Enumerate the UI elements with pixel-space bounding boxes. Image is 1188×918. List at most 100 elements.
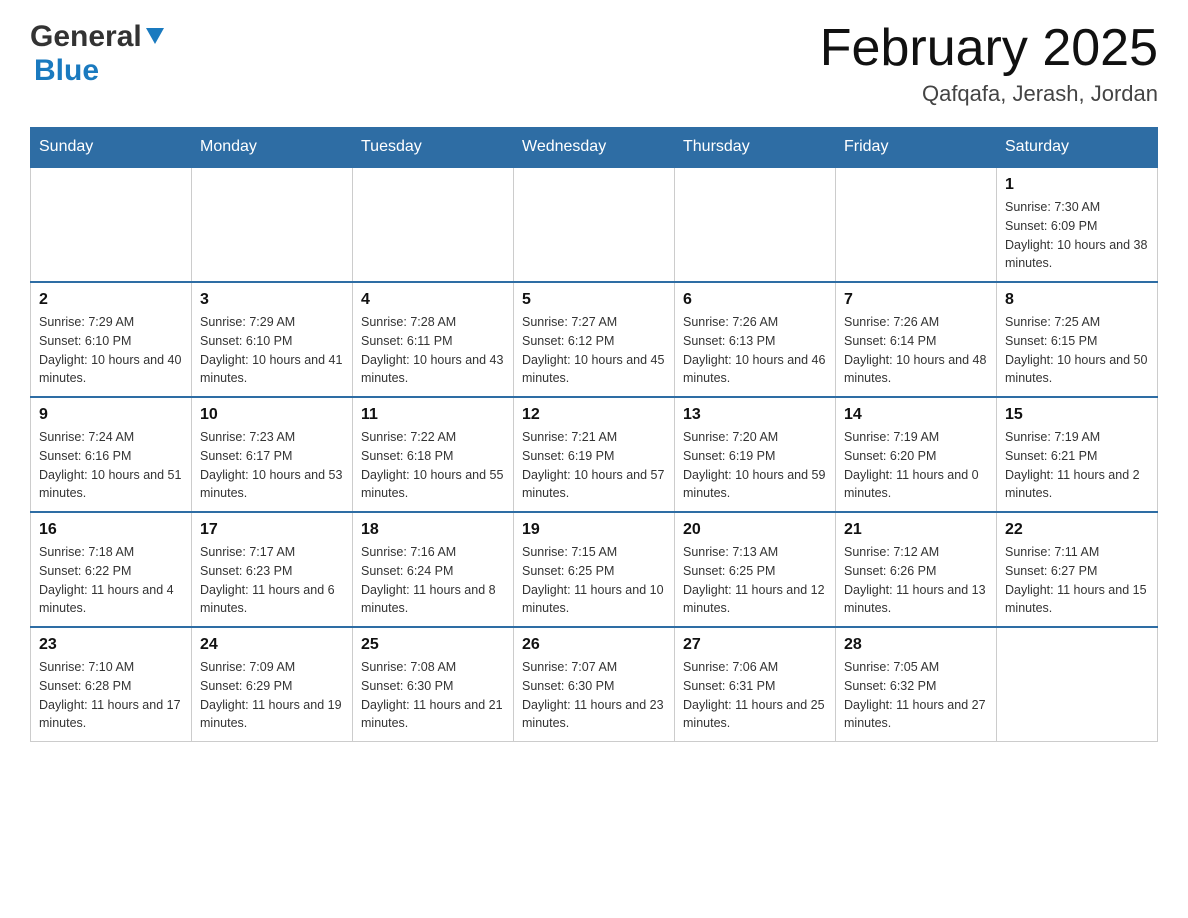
day-info: Sunrise: 7:17 AM Sunset: 6:23 PM Dayligh… bbox=[200, 543, 344, 618]
calendar-cell: 3 Sunrise: 7:29 AM Sunset: 6:10 PM Daylig… bbox=[192, 282, 353, 397]
day-info: Sunrise: 7:22 AM Sunset: 6:18 PM Dayligh… bbox=[361, 428, 505, 503]
location-subtitle: Qafqafa, Jerash, Jordan bbox=[820, 81, 1158, 107]
col-friday: Friday bbox=[836, 128, 997, 168]
day-number: 27 bbox=[683, 636, 827, 654]
calendar-week-row: 1 Sunrise: 7:30 AM Sunset: 6:09 PM Daylig… bbox=[31, 167, 1158, 282]
calendar-cell: 17 Sunrise: 7:17 AM Sunset: 6:23 PM Dayli… bbox=[192, 512, 353, 627]
col-wednesday: Wednesday bbox=[514, 128, 675, 168]
calendar-cell: 25 Sunrise: 7:08 AM Sunset: 6:30 PM Dayli… bbox=[353, 627, 514, 742]
day-number: 2 bbox=[39, 291, 183, 309]
calendar-cell: 26Sunrise: 7:07 AM Sunset: 6:30 PM Dayli… bbox=[514, 627, 675, 742]
calendar-cell: 19 Sunrise: 7:15 AM Sunset: 6:25 PM Dayli… bbox=[514, 512, 675, 627]
day-info: Sunrise: 7:11 AM Sunset: 6:27 PM Dayligh… bbox=[1005, 543, 1149, 618]
day-number: 26 bbox=[522, 636, 666, 654]
calendar-cell: 16 Sunrise: 7:18 AM Sunset: 6:22 PM Dayli… bbox=[31, 512, 192, 627]
calendar-header-row: Sunday Monday Tuesday Wednesday Thursday… bbox=[31, 128, 1158, 168]
calendar-cell: 5Sunrise: 7:27 AM Sunset: 6:12 PM Daylig… bbox=[514, 282, 675, 397]
day-number: 14 bbox=[844, 406, 988, 424]
calendar-cell: 22 Sunrise: 7:11 AM Sunset: 6:27 PM Dayli… bbox=[997, 512, 1158, 627]
day-number: 3 bbox=[200, 291, 344, 309]
logo-triangle-icon bbox=[144, 24, 166, 46]
calendar-cell bbox=[353, 167, 514, 282]
calendar-table: Sunday Monday Tuesday Wednesday Thursday… bbox=[30, 127, 1158, 742]
day-number: 10 bbox=[200, 406, 344, 424]
calendar-cell: 13 Sunrise: 7:20 AM Sunset: 6:19 PM Dayli… bbox=[675, 397, 836, 512]
col-saturday: Saturday bbox=[997, 128, 1158, 168]
day-info: Sunrise: 7:19 AM Sunset: 6:21 PM Dayligh… bbox=[1005, 428, 1149, 503]
day-number: 23 bbox=[39, 636, 183, 654]
month-title: February 2025 bbox=[820, 20, 1158, 77]
day-info: Sunrise: 7:26 AM Sunset: 6:13 PM Dayligh… bbox=[683, 313, 827, 388]
calendar-cell bbox=[31, 167, 192, 282]
day-number: 1 bbox=[1005, 176, 1149, 194]
day-info: Sunrise: 7:15 AM Sunset: 6:25 PM Dayligh… bbox=[522, 543, 666, 618]
day-number: 12 bbox=[522, 406, 666, 424]
day-number: 24 bbox=[200, 636, 344, 654]
day-info: Sunrise: 7:28 AM Sunset: 6:11 PM Dayligh… bbox=[361, 313, 505, 388]
calendar-week-row: 23 Sunrise: 7:10 AM Sunset: 6:28 PM Dayli… bbox=[31, 627, 1158, 742]
day-number: 20 bbox=[683, 521, 827, 539]
day-info: Sunrise: 7:29 AM Sunset: 6:10 PM Dayligh… bbox=[200, 313, 344, 388]
calendar-cell: 18 Sunrise: 7:16 AM Sunset: 6:24 PM Dayli… bbox=[353, 512, 514, 627]
calendar-cell: 11 Sunrise: 7:22 AM Sunset: 6:18 PM Dayli… bbox=[353, 397, 514, 512]
calendar-cell: 20 Sunrise: 7:13 AM Sunset: 6:25 PM Dayli… bbox=[675, 512, 836, 627]
day-number: 22 bbox=[1005, 521, 1149, 539]
day-info: Sunrise: 7:19 AM Sunset: 6:20 PM Dayligh… bbox=[844, 428, 988, 503]
calendar-cell bbox=[192, 167, 353, 282]
day-number: 6 bbox=[683, 291, 827, 309]
day-info: Sunrise: 7:29 AM Sunset: 6:10 PM Dayligh… bbox=[39, 313, 183, 388]
day-info: Sunrise: 7:13 AM Sunset: 6:25 PM Dayligh… bbox=[683, 543, 827, 618]
col-sunday: Sunday bbox=[31, 128, 192, 168]
calendar-cell: 27 Sunrise: 7:06 AM Sunset: 6:31 PM Dayli… bbox=[675, 627, 836, 742]
calendar-cell bbox=[836, 167, 997, 282]
day-number: 8 bbox=[1005, 291, 1149, 309]
calendar-cell: 7Sunrise: 7:26 AM Sunset: 6:14 PM Daylig… bbox=[836, 282, 997, 397]
day-number: 28 bbox=[844, 636, 988, 654]
page-header: General Blue February 2025 Qafqafa, Jera… bbox=[30, 20, 1158, 107]
day-info: Sunrise: 7:30 AM Sunset: 6:09 PM Dayligh… bbox=[1005, 198, 1149, 273]
day-number: 17 bbox=[200, 521, 344, 539]
calendar-cell: 8 Sunrise: 7:25 AM Sunset: 6:15 PM Daylig… bbox=[997, 282, 1158, 397]
calendar-cell: 21Sunrise: 7:12 AM Sunset: 6:26 PM Dayli… bbox=[836, 512, 997, 627]
calendar-week-row: 2 Sunrise: 7:29 AM Sunset: 6:10 PM Daylig… bbox=[31, 282, 1158, 397]
calendar-cell: 14 Sunrise: 7:19 AM Sunset: 6:20 PM Dayli… bbox=[836, 397, 997, 512]
day-number: 4 bbox=[361, 291, 505, 309]
day-info: Sunrise: 7:18 AM Sunset: 6:22 PM Dayligh… bbox=[39, 543, 183, 618]
day-info: Sunrise: 7:10 AM Sunset: 6:28 PM Dayligh… bbox=[39, 658, 183, 733]
calendar-cell: 10 Sunrise: 7:23 AM Sunset: 6:17 PM Dayli… bbox=[192, 397, 353, 512]
day-info: Sunrise: 7:24 AM Sunset: 6:16 PM Dayligh… bbox=[39, 428, 183, 503]
calendar-week-row: 16 Sunrise: 7:18 AM Sunset: 6:22 PM Dayli… bbox=[31, 512, 1158, 627]
day-number: 9 bbox=[39, 406, 183, 424]
day-info: Sunrise: 7:25 AM Sunset: 6:15 PM Dayligh… bbox=[1005, 313, 1149, 388]
calendar-cell: 2 Sunrise: 7:29 AM Sunset: 6:10 PM Daylig… bbox=[31, 282, 192, 397]
day-number: 5 bbox=[522, 291, 666, 309]
day-info: Sunrise: 7:05 AM Sunset: 6:32 PM Dayligh… bbox=[844, 658, 988, 733]
day-number: 16 bbox=[39, 521, 183, 539]
day-number: 13 bbox=[683, 406, 827, 424]
calendar-week-row: 9 Sunrise: 7:24 AM Sunset: 6:16 PM Daylig… bbox=[31, 397, 1158, 512]
calendar-cell: 4 Sunrise: 7:28 AM Sunset: 6:11 PM Daylig… bbox=[353, 282, 514, 397]
day-info: Sunrise: 7:21 AM Sunset: 6:19 PM Dayligh… bbox=[522, 428, 666, 503]
day-number: 19 bbox=[522, 521, 666, 539]
calendar-cell: 24Sunrise: 7:09 AM Sunset: 6:29 PM Dayli… bbox=[192, 627, 353, 742]
calendar-cell: 28 Sunrise: 7:05 AM Sunset: 6:32 PM Dayli… bbox=[836, 627, 997, 742]
day-number: 18 bbox=[361, 521, 505, 539]
title-block: February 2025 Qafqafa, Jerash, Jordan bbox=[820, 20, 1158, 107]
day-info: Sunrise: 7:06 AM Sunset: 6:31 PM Dayligh… bbox=[683, 658, 827, 733]
day-number: 25 bbox=[361, 636, 505, 654]
logo: General Blue bbox=[30, 20, 166, 88]
day-info: Sunrise: 7:26 AM Sunset: 6:14 PM Dayligh… bbox=[844, 313, 988, 388]
day-info: Sunrise: 7:23 AM Sunset: 6:17 PM Dayligh… bbox=[200, 428, 344, 503]
day-number: 15 bbox=[1005, 406, 1149, 424]
day-info: Sunrise: 7:16 AM Sunset: 6:24 PM Dayligh… bbox=[361, 543, 505, 618]
col-thursday: Thursday bbox=[675, 128, 836, 168]
day-info: Sunrise: 7:08 AM Sunset: 6:30 PM Dayligh… bbox=[361, 658, 505, 733]
day-number: 11 bbox=[361, 406, 505, 424]
col-tuesday: Tuesday bbox=[353, 128, 514, 168]
calendar-cell bbox=[514, 167, 675, 282]
calendar-cell bbox=[675, 167, 836, 282]
calendar-cell: 12 Sunrise: 7:21 AM Sunset: 6:19 PM Dayli… bbox=[514, 397, 675, 512]
day-info: Sunrise: 7:20 AM Sunset: 6:19 PM Dayligh… bbox=[683, 428, 827, 503]
calendar-cell: 23 Sunrise: 7:10 AM Sunset: 6:28 PM Dayli… bbox=[31, 627, 192, 742]
calendar-cell bbox=[997, 627, 1158, 742]
